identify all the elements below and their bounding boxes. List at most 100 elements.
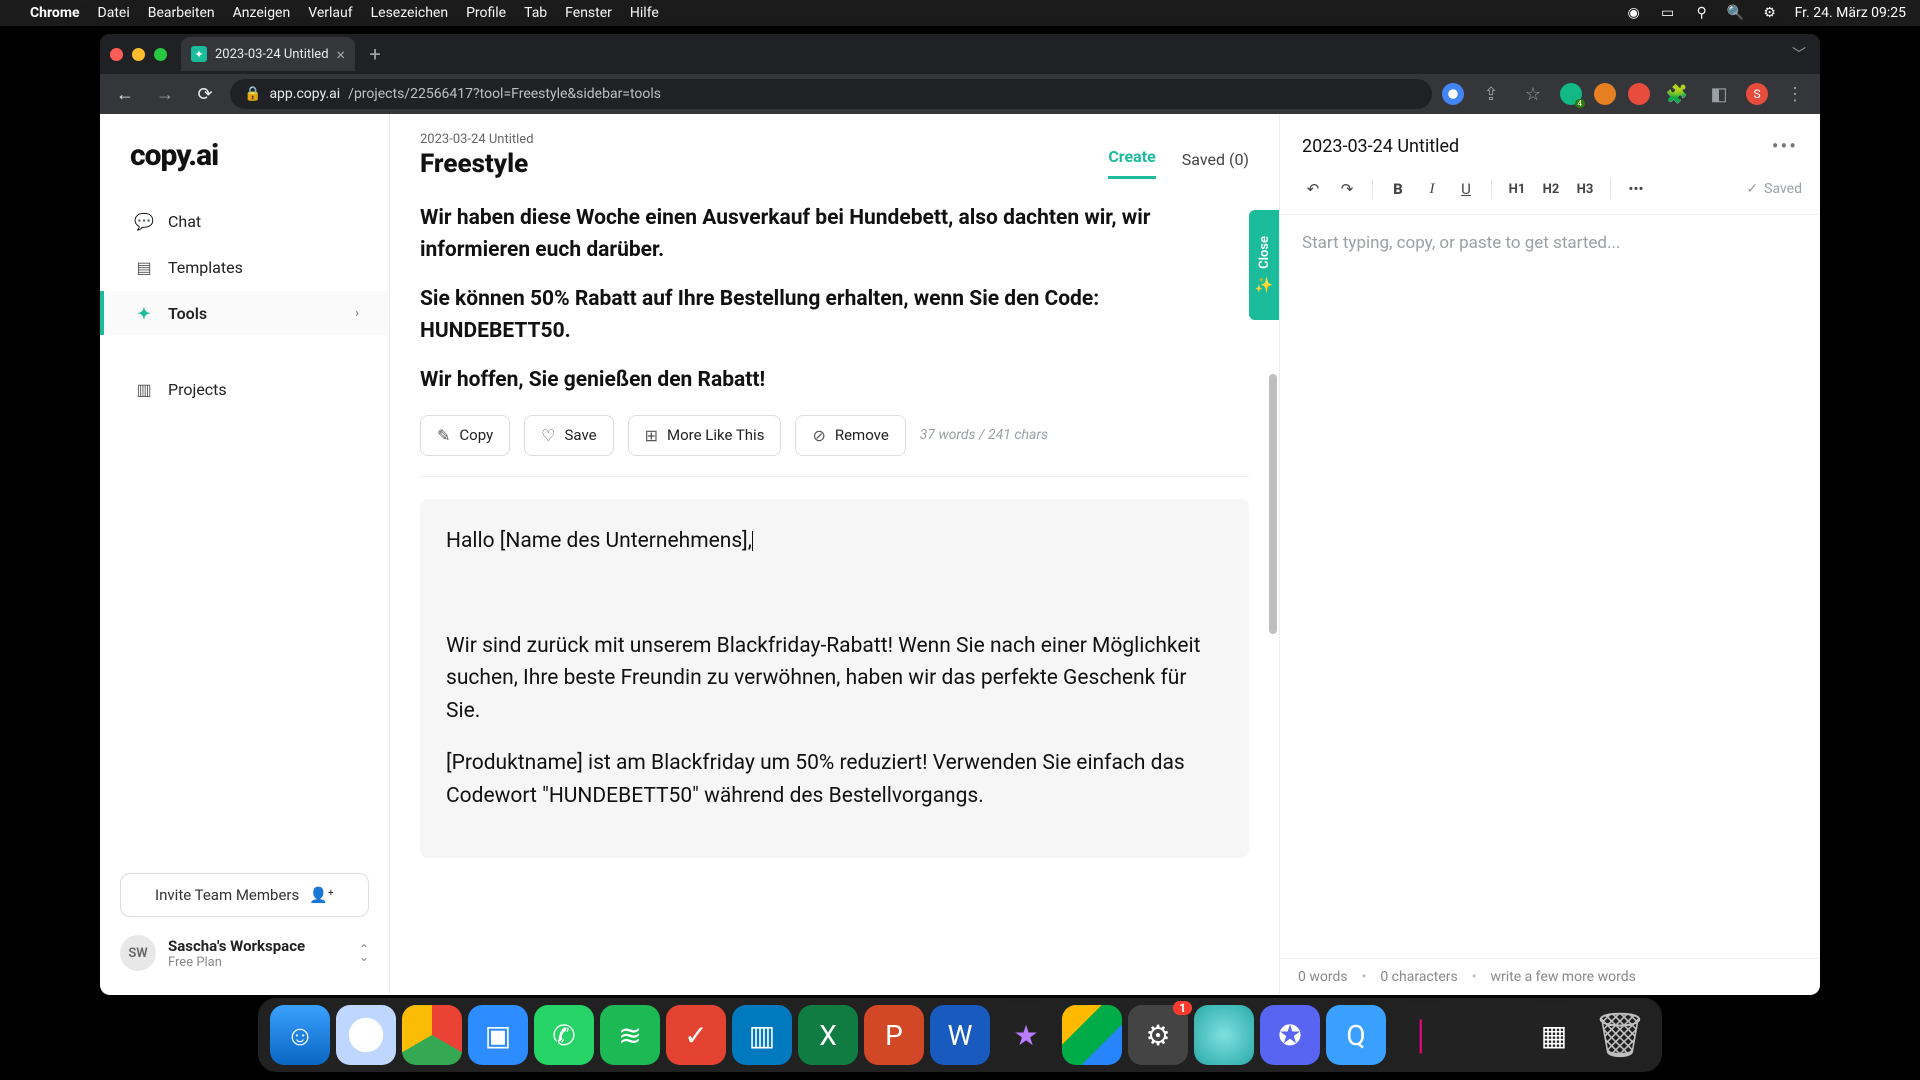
battery-icon[interactable]: ▭ bbox=[1659, 4, 1677, 22]
tab-favicon-icon: ✦ bbox=[191, 46, 207, 62]
more-like-this-button[interactable]: ⊞More Like This bbox=[628, 415, 782, 456]
menu-verlauf[interactable]: Verlauf bbox=[308, 5, 352, 21]
editor-textarea[interactable]: Start typing, copy, or paste to get star… bbox=[1280, 215, 1820, 958]
breadcrumb[interactable]: 2023-03-24 Untitled bbox=[420, 132, 534, 147]
bookmark-star-icon[interactable]: ☆ bbox=[1518, 79, 1548, 109]
save-button[interactable]: ♡Save bbox=[524, 415, 613, 456]
browser-tab-active[interactable]: ✦ 2023-03-24 Untitled × bbox=[181, 37, 355, 71]
tab-overflow-icon[interactable]: ﹀ bbox=[1792, 44, 1806, 64]
dock-safari-icon[interactable]: ✧ bbox=[336, 1005, 396, 1065]
wifi-icon[interactable]: ⚲ bbox=[1693, 4, 1711, 22]
nav-reload-button[interactable]: ⟳ bbox=[190, 79, 220, 109]
sidebar-item-projects[interactable]: ▥ Projects bbox=[100, 367, 389, 411]
bold-button[interactable]: B bbox=[1383, 174, 1413, 204]
results-scroll[interactable]: Wir haben diese Woche einen Ausverkauf b… bbox=[390, 179, 1279, 995]
workspace-switcher[interactable]: SW Sascha's Workspace Free Plan ⌃⌄ bbox=[100, 935, 389, 971]
address-bar[interactable]: 🔒 app.copy.ai/projects/22566417?tool=Fre… bbox=[230, 79, 1432, 109]
dock-whatsapp-icon[interactable]: ✆ bbox=[534, 1005, 594, 1065]
control-center-icon[interactable]: ⚙ bbox=[1761, 4, 1779, 22]
dock-voicememos-icon[interactable]: │ bbox=[1392, 1005, 1452, 1065]
dock-discord-icon[interactable]: ✪ bbox=[1260, 1005, 1320, 1065]
result-paragraph[interactable]: Sie können 50% Rabatt auf Ihre Bestellun… bbox=[420, 284, 1249, 347]
spotlight-icon[interactable]: 🔍 bbox=[1727, 4, 1745, 22]
extensions-puzzle-icon[interactable]: 🧩 bbox=[1662, 79, 1692, 109]
extension-red-icon[interactable] bbox=[1628, 83, 1650, 105]
copy-button[interactable]: ✎Copy bbox=[420, 415, 510, 456]
result-paragraph[interactable]: Wir sind zurück mit unserem Blackfriday-… bbox=[446, 630, 1223, 728]
dock-quicktime-icon[interactable]: Q bbox=[1326, 1005, 1386, 1065]
share-icon[interactable]: ⇪ bbox=[1476, 79, 1506, 109]
google-translate-icon[interactable] bbox=[1442, 83, 1464, 105]
redo-button[interactable]: ↷ bbox=[1332, 174, 1362, 204]
dock-imovie-icon[interactable]: ★ bbox=[996, 1005, 1056, 1065]
h3-button[interactable]: H3 bbox=[1570, 174, 1600, 204]
chrome-menu-icon[interactable]: ⋮ bbox=[1780, 79, 1810, 109]
dock-word-icon[interactable]: W bbox=[930, 1005, 990, 1065]
extension-green-icon[interactable] bbox=[1560, 83, 1582, 105]
menu-hilfe[interactable]: Hilfe bbox=[630, 5, 659, 21]
more-format-button[interactable]: ••• bbox=[1621, 174, 1651, 204]
result-paragraph[interactable] bbox=[446, 577, 1223, 610]
h2-button[interactable]: H2 bbox=[1536, 174, 1566, 204]
extension-orange-icon[interactable] bbox=[1594, 83, 1616, 105]
undo-button[interactable]: ↶ bbox=[1298, 174, 1328, 204]
result-card-editing[interactable]: Hallo [Name des Unternehmens], Wir sind … bbox=[420, 499, 1249, 859]
menu-tab[interactable]: Tab bbox=[524, 5, 547, 21]
dock-googledrive-icon[interactable] bbox=[1062, 1005, 1122, 1065]
remove-button[interactable]: ⊘Remove bbox=[795, 415, 905, 456]
dock-chrome-icon[interactable] bbox=[402, 1005, 462, 1065]
dock-app-blank-icon[interactable] bbox=[1458, 1005, 1518, 1065]
dock-trash-icon[interactable]: 🗑 bbox=[1590, 1005, 1650, 1065]
tab-saved[interactable]: Saved (0) bbox=[1182, 150, 1249, 179]
screenrecord-icon[interactable]: ◉ bbox=[1625, 4, 1643, 22]
sidebar-item-tools[interactable]: ✦ Tools › bbox=[100, 291, 389, 335]
dock-app-teal-icon[interactable] bbox=[1194, 1005, 1254, 1065]
dock-zoom-icon[interactable]: ▣ bbox=[468, 1005, 528, 1065]
document-menu-icon[interactable]: ••• bbox=[1772, 134, 1798, 158]
tools-icon: ✦ bbox=[134, 303, 154, 323]
dock-settings-icon[interactable]: ⚙1 bbox=[1128, 1005, 1188, 1065]
dock-todoist-icon[interactable]: ✓ bbox=[666, 1005, 726, 1065]
menu-profile[interactable]: Profile bbox=[466, 5, 506, 21]
result-paragraph[interactable]: [Produktname] ist am Blackfriday um 50% … bbox=[446, 747, 1223, 812]
dock-trello-icon[interactable]: ▥ bbox=[732, 1005, 792, 1065]
tab-close-icon[interactable]: × bbox=[337, 45, 346, 64]
menu-fenster[interactable]: Fenster bbox=[565, 5, 612, 21]
nav-back-button[interactable]: ← bbox=[110, 79, 140, 109]
menu-bearbeiten[interactable]: Bearbeiten bbox=[148, 5, 215, 21]
sidebar-item-templates[interactable]: ▤ Templates bbox=[100, 245, 389, 289]
chrome-profile-avatar[interactable]: S bbox=[1746, 83, 1768, 105]
dock-powerpoint-icon[interactable]: P bbox=[864, 1005, 924, 1065]
window-close-button[interactable] bbox=[110, 48, 123, 61]
result-paragraph[interactable]: Wir hoffen, Sie genießen den Rabatt! bbox=[420, 365, 1249, 397]
menubar-clock[interactable]: Fr. 24. März 09:25 bbox=[1795, 5, 1906, 21]
sidepanel-icon[interactable]: ◧ bbox=[1704, 79, 1734, 109]
menubar-app-name[interactable]: Chrome bbox=[30, 5, 80, 21]
dock-excel-icon[interactable]: X bbox=[798, 1005, 858, 1065]
underline-button[interactable]: U bbox=[1451, 174, 1481, 204]
italic-button[interactable]: I bbox=[1417, 174, 1447, 204]
dock-spotify-icon[interactable]: ≋ bbox=[600, 1005, 660, 1065]
window-minimize-button[interactable] bbox=[132, 48, 145, 61]
document-title[interactable]: 2023-03-24 Untitled bbox=[1302, 136, 1459, 157]
close-sidebar-tab[interactable]: Close ✨ bbox=[1249, 210, 1279, 320]
menu-datei[interactable]: Datei bbox=[98, 5, 130, 21]
dock-missioncontrol-icon[interactable]: ▦ bbox=[1524, 1005, 1584, 1065]
invite-team-button[interactable]: Invite Team Members 👤⁺ bbox=[120, 873, 369, 917]
scrollbar-thumb[interactable] bbox=[1269, 374, 1277, 634]
remove-icon: ⊘ bbox=[812, 426, 825, 445]
window-maximize-button[interactable] bbox=[154, 48, 167, 61]
tool-title: Freestyle bbox=[420, 149, 534, 179]
dock-finder-icon[interactable]: ☺ bbox=[270, 1005, 330, 1065]
app-logo[interactable]: copy.ai bbox=[100, 138, 389, 195]
word-count: 37 words / 241 chars bbox=[920, 427, 1048, 443]
menu-anzeigen[interactable]: Anzeigen bbox=[233, 5, 291, 21]
result-paragraph[interactable]: Wir haben diese Woche einen Ausverkauf b… bbox=[420, 203, 1249, 266]
result-paragraph[interactable]: Hallo [Name des Unternehmens], bbox=[446, 525, 1223, 558]
sidebar-item-chat[interactable]: 💬 Chat bbox=[100, 199, 389, 243]
menu-lesezeichen[interactable]: Lesezeichen bbox=[371, 5, 448, 21]
h1-button[interactable]: H1 bbox=[1502, 174, 1532, 204]
new-tab-button[interactable]: + bbox=[361, 40, 389, 68]
nav-forward-button[interactable]: → bbox=[150, 79, 180, 109]
tab-create[interactable]: Create bbox=[1108, 147, 1155, 179]
